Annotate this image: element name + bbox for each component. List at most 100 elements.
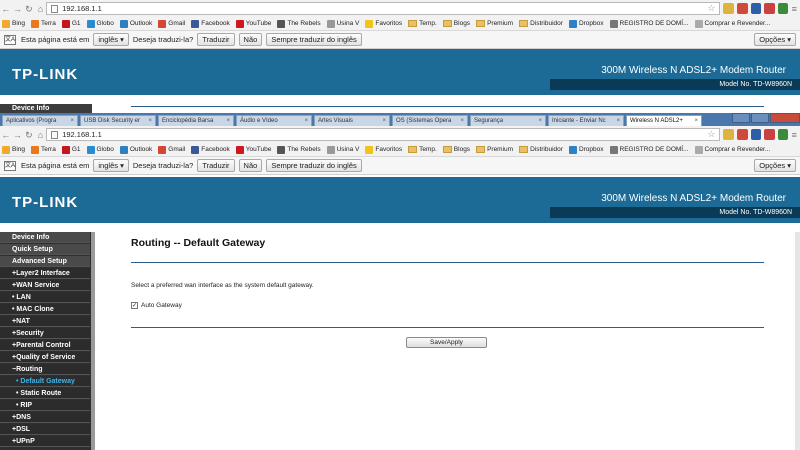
tab-close-icon[interactable]: × <box>538 118 542 124</box>
bookmark-item[interactable]: Gmail <box>158 145 185 154</box>
browser-tab[interactable]: Iniciante - Enviar Nc × <box>548 115 624 126</box>
tab-close-icon[interactable]: × <box>226 118 230 124</box>
menu-item[interactable]: +DSL <box>0 424 90 435</box>
tab-close-icon[interactable]: × <box>460 118 464 124</box>
bookmark-item[interactable]: Dropbox <box>568 19 604 28</box>
tab-close-icon[interactable]: × <box>616 118 620 124</box>
sidebar-scrollbar[interactable] <box>91 232 95 450</box>
extension-icon[interactable] <box>764 129 775 140</box>
bookmark-item[interactable]: Facebook <box>191 145 230 154</box>
star-icon[interactable]: ☆ <box>707 129 715 140</box>
bookmark-item[interactable]: REGISTRO DE DOMÍ... <box>609 145 689 154</box>
menu-device-info[interactable]: Device Info <box>0 104 92 113</box>
reload-icon[interactable]: ↻ <box>23 129 35 141</box>
forward-icon[interactable]: → <box>12 3 24 15</box>
star-icon[interactable]: ☆ <box>707 3 715 14</box>
bookmark-item[interactable]: YouTube <box>235 145 271 154</box>
extension-icon[interactable] <box>723 129 735 140</box>
menu-item[interactable]: Advanced Setup <box>0 256 90 267</box>
bookmark-item[interactable]: Bing <box>2 19 25 28</box>
browser-tab[interactable]: Enciclopédia Barsa × <box>158 115 234 126</box>
bookmark-item[interactable]: Outlook <box>119 19 152 28</box>
menu-item[interactable]: • Default Gateway <box>0 376 90 387</box>
menu-item[interactable]: +Parental Control <box>0 340 90 351</box>
maximize-icon[interactable] <box>751 113 769 123</box>
extension-icon[interactable] <box>750 129 762 140</box>
url-field[interactable]: 192.168.1.1 ☆ <box>46 128 721 141</box>
browser-tab[interactable]: Artes Visuais × <box>314 115 390 126</box>
menu-item[interactable]: +DNS <box>0 412 90 423</box>
bookmark-item[interactable]: YouTube <box>235 19 271 28</box>
bookmark-item[interactable]: The Rebels <box>277 145 321 154</box>
bookmark-item[interactable]: Temp. <box>408 20 437 27</box>
menu-item[interactable]: • MAC Clone <box>0 304 90 315</box>
options-button[interactable]: Opções ▾ <box>754 33 796 46</box>
always-translate-button[interactable]: Sempre traduzir do inglês <box>266 33 362 46</box>
bookmark-item[interactable]: Blogs <box>442 20 470 27</box>
bookmark-item[interactable]: REGISTRO DE DOMÍ... <box>609 19 689 28</box>
menu-item[interactable]: Quick Setup <box>0 244 90 255</box>
bookmark-item[interactable]: Distribuidor <box>519 146 563 153</box>
bookmark-item[interactable]: Comprar e Revender... <box>694 145 770 154</box>
bookmark-item[interactable]: Favoritos <box>365 145 402 154</box>
bookmark-item[interactable]: Temp. <box>408 146 437 153</box>
menu-icon[interactable]: ≡ <box>788 3 800 15</box>
close-icon[interactable] <box>770 113 800 123</box>
bookmark-item[interactable]: The Rebels <box>277 19 321 28</box>
translate-button[interactable]: Traduzir <box>197 33 235 46</box>
options-button[interactable]: Opções ▾ <box>754 159 796 172</box>
bookmark-item[interactable]: Favoritos <box>365 19 402 28</box>
bookmark-item[interactable]: Globo <box>86 145 114 154</box>
extension-icon[interactable] <box>777 129 789 140</box>
menu-item[interactable]: +Quality of Service <box>0 352 90 363</box>
tab-close-icon[interactable]: × <box>70 118 74 124</box>
bookmark-item[interactable]: Bing <box>2 145 25 154</box>
bookmark-item[interactable]: Dropbox <box>568 145 604 154</box>
forward-icon[interactable]: → <box>12 129 24 141</box>
menu-item[interactable]: Device Info <box>0 232 90 243</box>
bookmark-item[interactable]: Globo <box>86 19 114 28</box>
extension-icon[interactable] <box>750 3 762 14</box>
browser-tab[interactable]: Aplicativos (Progra × <box>2 115 78 126</box>
save-apply-button[interactable]: Save/Apply <box>406 337 487 348</box>
menu-item[interactable]: • RIP <box>0 400 90 411</box>
always-translate-button[interactable]: Sempre traduzir do inglês <box>266 159 362 172</box>
menu-item[interactable]: • Static Route <box>0 388 90 399</box>
page-scrollbar[interactable] <box>795 232 800 450</box>
back-icon[interactable]: ← <box>0 3 12 15</box>
tab-close-icon[interactable]: × <box>304 118 308 124</box>
no-button[interactable]: Não <box>238 33 263 46</box>
browser-tab[interactable]: USB Disk Security er × <box>80 115 156 126</box>
bookmark-item[interactable]: Gmail <box>158 19 185 28</box>
no-button[interactable]: Não <box>238 159 263 172</box>
translate-button[interactable]: Traduzir <box>197 159 235 172</box>
menu-icon[interactable]: ≡ <box>788 129 800 141</box>
extension-icon[interactable] <box>737 129 748 140</box>
bookmark-item[interactable]: Usina V <box>326 145 359 154</box>
menu-item[interactable]: +UPnP <box>0 436 90 447</box>
auto-gateway-checkbox[interactable]: ✓ <box>131 302 138 309</box>
home-icon[interactable]: ⌂ <box>35 3 47 15</box>
back-icon[interactable]: ← <box>0 129 12 141</box>
extension-icon[interactable] <box>723 3 735 14</box>
extension-icon[interactable] <box>764 3 775 14</box>
bookmark-item[interactable]: Comprar e Revender... <box>694 19 770 28</box>
reload-icon[interactable]: ↻ <box>23 3 35 15</box>
extension-icon[interactable] <box>777 3 789 14</box>
browser-tab[interactable]: Áudio e Vídeo × <box>236 115 312 126</box>
bookmark-item[interactable]: Distribuidor <box>519 20 563 27</box>
home-icon[interactable]: ⌂ <box>35 129 47 141</box>
tab-close-icon[interactable]: × <box>382 118 386 124</box>
bookmark-item[interactable]: Premium <box>476 146 513 153</box>
language-select[interactable]: inglês ▾ <box>93 159 129 172</box>
menu-item[interactable]: +Layer2 Interface <box>0 268 90 279</box>
browser-tab[interactable]: Wireless N ADSL2+ × <box>626 115 702 126</box>
bookmark-item[interactable]: Premium <box>476 20 513 27</box>
extension-icon[interactable] <box>737 3 748 14</box>
bookmark-item[interactable]: Terra <box>31 145 56 154</box>
bookmark-item[interactable]: G1 <box>61 19 81 28</box>
url-field[interactable]: 192.168.1.1 ☆ <box>46 2 721 15</box>
bookmark-item[interactable]: Blogs <box>442 146 470 153</box>
browser-tab[interactable]: OS (Sistemas Opera × <box>392 115 468 126</box>
bookmark-item[interactable]: Usina V <box>326 19 359 28</box>
